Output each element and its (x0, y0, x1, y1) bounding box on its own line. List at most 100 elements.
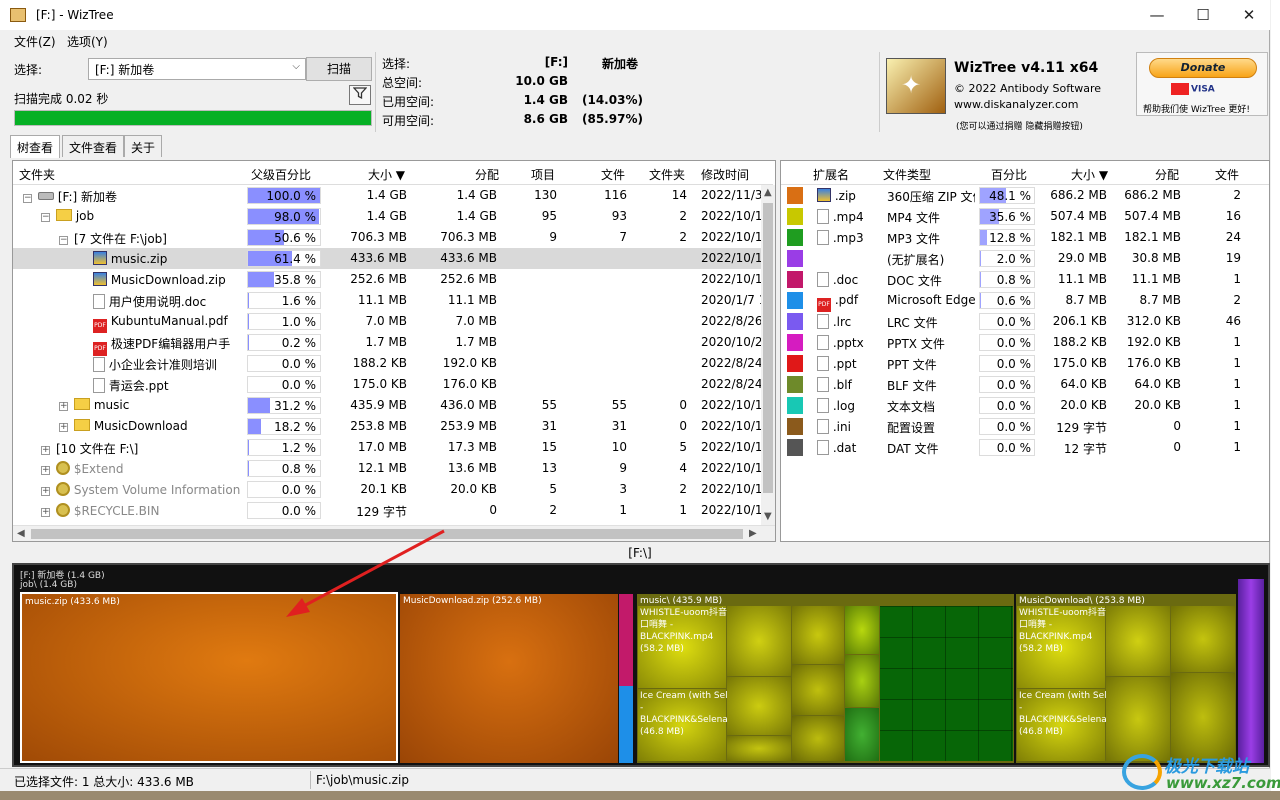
treemap-cell[interactable] (792, 606, 844, 664)
treemap-cell[interactable] (792, 716, 844, 761)
collapse-icon[interactable]: − (41, 213, 50, 222)
ext-row[interactable]: .ini 配置设置 0.0 % 129 字节 0 1 (781, 416, 1269, 437)
ext-row[interactable]: .doc DOC 文件 0.8 % 11.1 MB 11.1 MB 1 (781, 269, 1269, 290)
tree-row[interactable]: 青运会.ppt 0.0 % 175.0 KB 176.0 KB 2022/8/24 (13, 374, 761, 395)
tab-files[interactable]: 文件查看 (62, 135, 125, 157)
ext-column-header[interactable]: 大小 ▼ (1071, 166, 1108, 183)
expand-icon[interactable]: + (41, 487, 50, 496)
tree-row[interactable]: + $RECYCLE.BIN 0.0 % 129 字节 0 2 1 1 2022/10/13 (13, 500, 761, 521)
tree-row[interactable]: music.zip 61.4 % 433.6 MB 433.6 MB 2022/10/1… (13, 248, 761, 269)
donate-button[interactable]: Donate (1149, 58, 1257, 78)
tree-column-header[interactable]: 文件 (601, 166, 625, 183)
tree-column-header[interactable]: 项目 (531, 166, 555, 183)
tree-row[interactable]: 小企业会计准则培训 0.0 % 188.2 KB 192.0 KB 2022/8/24 (13, 353, 761, 374)
tab-about[interactable]: 关于 (124, 135, 163, 157)
tree-column-header[interactable]: 大小 ▼ (368, 166, 405, 183)
treemap-block-musicdownload-zip[interactable]: MusicDownload.zip (252.6 MB) (400, 594, 618, 763)
treemap-cell[interactable] (792, 665, 844, 715)
tree-column-header[interactable]: 父级百分比 (251, 166, 311, 183)
treemap-cell[interactable] (727, 736, 791, 761)
treemap-block-no-extension[interactable] (1238, 579, 1264, 763)
tree-row[interactable]: 用户使用说明.doc 1.6 % 11.1 MB 11.1 MB 2020/1/7 1 (13, 290, 761, 311)
treemap-cell[interactable] (1106, 606, 1170, 676)
ext-row[interactable]: .ppt PPT 文件 0.0 % 175.0 KB 176.0 KB 1 (781, 353, 1269, 374)
scan-button[interactable]: 扫描 (306, 57, 372, 81)
treemap-block-dl-mp4-2[interactable]: Ice Cream (with Selen - BLACKPINK&Selena G… (1017, 689, 1118, 761)
scroll-left-icon[interactable]: ◀ (17, 528, 25, 539)
ext-row[interactable]: .dat DAT 文件 0.0 % 12 字节 0 1 (781, 437, 1269, 458)
expand-icon[interactable]: + (41, 466, 50, 475)
expand-icon[interactable]: + (59, 402, 68, 411)
tree-row[interactable]: PDF KubuntuManual.pdf 1.0 % 7.0 MB 7.0 MB 20… (13, 311, 761, 333)
collapse-icon[interactable]: − (59, 236, 68, 245)
ext-column-header[interactable]: 文件 (1215, 166, 1239, 183)
tree-column-header[interactable]: 文件夹 (649, 166, 685, 183)
treemap-cell[interactable] (727, 677, 791, 735)
tree-row[interactable]: − [F:] 新加卷 100.0 % 1.4 GB 1.4 GB 130 116 14 202… (13, 185, 761, 206)
tree-vscroll-thumb[interactable] (763, 203, 773, 493)
treemap-block-dl-mp4-1[interactable]: WHISTLE-uoom抖音 口哨舞 - BLACKPINK.mp4 (58.2 MB… (1017, 606, 1106, 688)
tree-horizontal-scrollbar[interactable]: ◀ ▶ (13, 525, 775, 541)
ext-row[interactable]: PDF .pdf Microsoft Edge PDF 0.6 % 8.7 MB 8.7… (781, 290, 1269, 312)
menu-options[interactable]: 选项(Y) (67, 33, 108, 50)
menu-file[interactable]: 文件(Z) (14, 33, 56, 50)
ext-row[interactable]: .blf BLF 文件 0.0 % 64.0 KB 64.0 KB 1 (781, 374, 1269, 395)
tab-tree[interactable]: 树查看 (10, 135, 61, 158)
ext-column-header[interactable]: 分配 (1155, 166, 1179, 183)
tree-row[interactable]: MusicDownload.zip 35.8 % 252.6 MB 252.6 MB 2… (13, 269, 761, 290)
tree-row[interactable]: + $Extend 0.8 % 12.1 MB 13.6 MB 13 9 4 2022/10/… (13, 458, 761, 479)
tree-row[interactable]: PDF 极速PDF编辑器用户手 0.2 % 1.7 MB 1.7 MB 2020/10/… (13, 332, 761, 356)
ext-row[interactable]: (无扩展名) 2.0 % 29.0 MB 30.8 MB 19 (781, 248, 1269, 269)
tree-files-cell: 3 (619, 482, 627, 496)
tree-row[interactable]: + music 31.2 % 435.9 MB 436.0 MB 55 55 0 2022/1… (13, 395, 761, 416)
close-button[interactable]: ✕ (1226, 0, 1272, 30)
tree-column-header[interactable]: 分配 (475, 166, 499, 183)
treemap-cell[interactable] (1171, 606, 1235, 672)
tree-hscroll-thumb[interactable] (31, 529, 743, 539)
scroll-down-icon[interactable]: ▼ (764, 511, 772, 522)
ext-column-header[interactable]: 文件类型 (883, 166, 931, 183)
minimize-button[interactable]: — (1134, 0, 1180, 30)
treemap-block-musicdownload-folder[interactable]: MusicDownload\ (253.8 MB) WHISTLE-uoom抖音… (1016, 594, 1236, 763)
tree-row[interactable]: + MusicDownload 18.2 % 253.8 MB 253.9 MB 31 3… (13, 416, 761, 437)
tree-row[interactable]: − [7 文件在 F:\job] 50.6 % 706.3 MB 706.3 MB 9 7 2… (13, 227, 761, 248)
treemap-block-music-folder[interactable]: music\ (435.9 MB) WHISTLE-uoom抖音 口哨舞 - BLA… (637, 594, 1014, 763)
maximize-button[interactable]: ☐ (1180, 0, 1226, 30)
treemap-block-music-mp4-2[interactable]: Ice Cream (with Selen - BLACKPINK&Selena G… (638, 689, 739, 761)
tree-row[interactable]: − job 98.0 % 1.4 GB 1.4 GB 95 93 2 2022/10/13 (13, 206, 761, 227)
ext-column-header[interactable]: 百分比 (991, 166, 1027, 183)
scroll-right-icon[interactable]: ▶ (749, 528, 757, 539)
ext-column-header[interactable]: 扩展名 (813, 166, 849, 183)
treemap-text-line: - (1019, 703, 1023, 713)
ext-row[interactable]: .zip 360压缩 ZIP 文件 48.1 % 686.2 MB 686.2 MB 2 (781, 185, 1269, 206)
tree-row[interactable]: + System Volume Information 0.0 % 20.1 KB 2… (13, 479, 761, 500)
drive-select[interactable]: [F:] 新加卷 ⌵ (88, 58, 306, 80)
scroll-up-icon[interactable]: ▲ (764, 187, 772, 198)
treemap-cell[interactable] (727, 606, 791, 676)
about-website[interactable]: www.diskanalyzer.com (954, 98, 1079, 111)
ext-row[interactable]: .mp4 MP4 文件 35.6 % 507.4 MB 507.4 MB 16 (781, 206, 1269, 227)
treemap-block-doc[interactable] (619, 594, 633, 686)
collapse-icon[interactable]: − (23, 194, 32, 203)
ext-row[interactable]: .lrc LRC 文件 0.0 % 206.1 KB 312.0 KB 46 (781, 311, 1269, 332)
ext-percent-bar: 12.8 % (979, 229, 1035, 246)
expand-icon[interactable]: + (59, 423, 68, 432)
tree-row[interactable]: + [10 文件在 F:\] 1.2 % 17.0 MB 17.3 MB 15 10 5 202… (13, 437, 761, 458)
expand-icon[interactable]: + (41, 446, 50, 455)
treemap-block-mp3-files[interactable] (880, 606, 1013, 761)
treemap-block-music-mp4-1[interactable]: WHISTLE-uoom抖音 口哨舞 - BLACKPINK.mp4 (58.2 MB… (638, 606, 727, 688)
treemap-block-pdf[interactable] (619, 686, 633, 763)
treemap[interactable]: [F:] 新加卷 (1.4 GB) job\ (1.4 GB) music.zi… (12, 563, 1270, 767)
treemap-block-music-zip[interactable]: music.zip (433.6 MB) (20, 592, 398, 763)
tree-column-header[interactable]: 文件夹 (19, 166, 55, 183)
treemap-cell[interactable] (845, 606, 879, 654)
ext-row[interactable]: .pptx PPTX 文件 0.0 % 188.2 KB 192.0 KB 1 (781, 332, 1269, 353)
treemap-cell[interactable] (845, 655, 879, 707)
tree-vertical-scrollbar[interactable]: ▲ ▼ (761, 185, 775, 525)
treemap-cell[interactable] (845, 708, 879, 761)
expand-icon[interactable]: + (41, 508, 50, 517)
funnel-icon[interactable] (349, 85, 371, 105)
ext-row[interactable]: .mp3 MP3 文件 12.8 % 182.1 MB 182.1 MB 24 (781, 227, 1269, 248)
ext-row[interactable]: .log 文本文档 0.0 % 20.0 KB 20.0 KB 1 (781, 395, 1269, 416)
tree-column-header[interactable]: 修改时间 (701, 166, 749, 183)
